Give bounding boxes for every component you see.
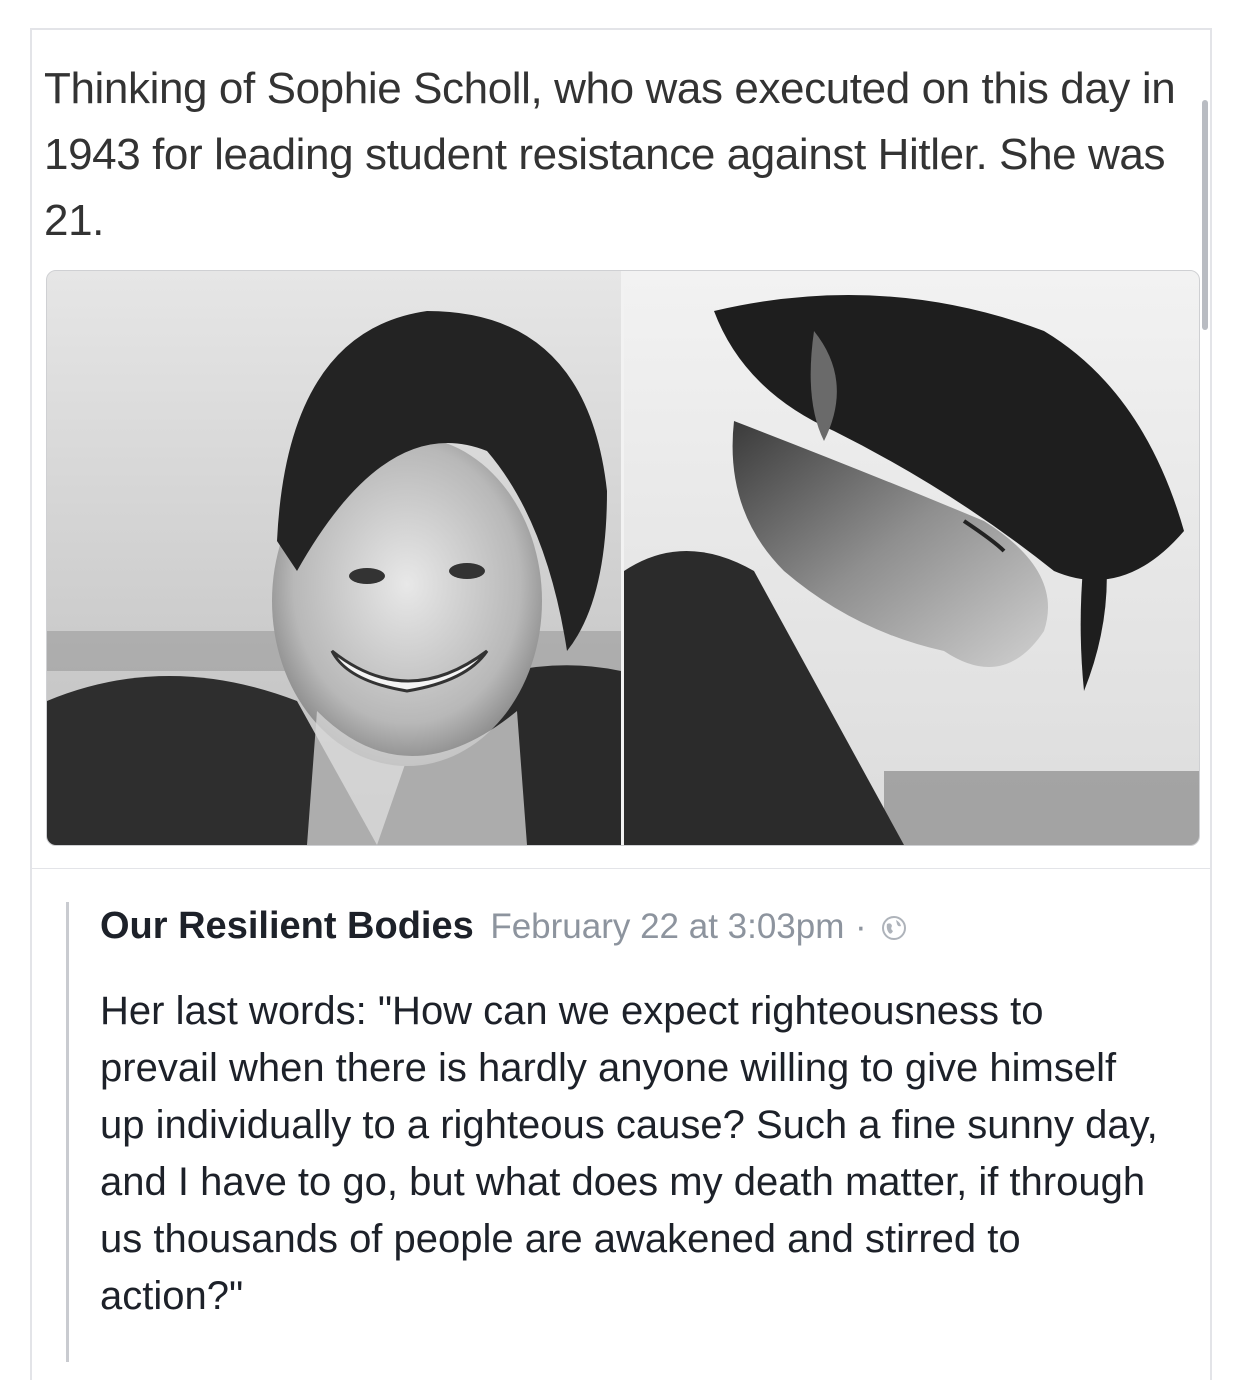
shared-post-quote: Her last words: "How can we expect right… <box>100 989 1158 1318</box>
post-text: Thinking of Sophie Scholl, who was execu… <box>44 64 1176 245</box>
shared-post-header: Our Resilient Bodies February 22 at 3:03… <box>100 898 1180 955</box>
photo-collage[interactable] <box>46 270 1200 846</box>
card-separator <box>32 868 1210 869</box>
globe-icon <box>881 901 907 940</box>
quote-bar <box>66 902 69 1362</box>
photo-smiling-portrait[interactable] <box>47 271 621 845</box>
scrollbar-thumb[interactable] <box>1202 100 1208 330</box>
page-name-link[interactable]: Our Resilient Bodies <box>100 905 474 947</box>
timestamp-link[interactable]: February 22 at 3:03pm <box>490 907 844 946</box>
post-card: Thinking of Sophie Scholl, who was execu… <box>30 28 1212 1380</box>
shared-post: Our Resilient Bodies February 22 at 3:03… <box>100 898 1180 1325</box>
meta-separator: · <box>854 907 867 946</box>
scrollbar[interactable] <box>1200 100 1210 330</box>
photo-profile-portrait[interactable] <box>624 271 1199 845</box>
